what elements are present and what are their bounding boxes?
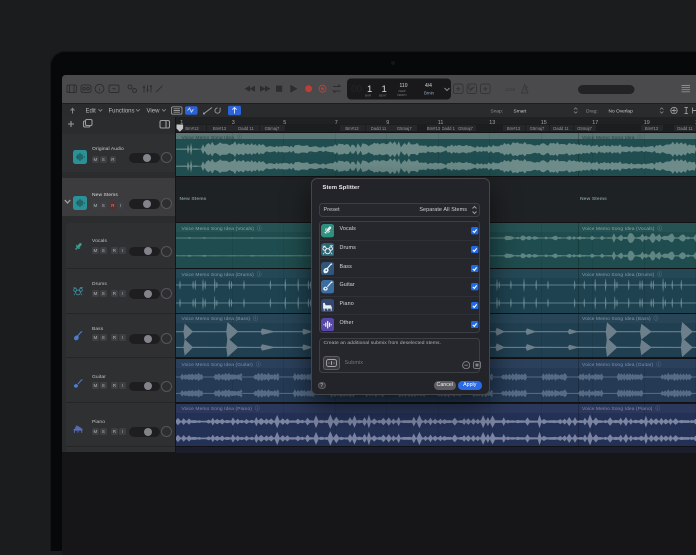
svg-text:Edit: Edit bbox=[86, 108, 97, 114]
svg-text:Drag:: Drag: bbox=[586, 108, 598, 114]
svg-text:TEMPO: TEMPO bbox=[397, 93, 407, 97]
svg-text:View: View bbox=[147, 108, 161, 114]
svg-text:BEAT: BEAT bbox=[379, 94, 387, 98]
svg-text:Smart: Smart bbox=[514, 108, 527, 114]
svg-text:No Overlap: No Overlap bbox=[609, 108, 634, 114]
svg-text:KEEP: KEEP bbox=[399, 89, 406, 93]
svg-text:1234: 1234 bbox=[505, 87, 516, 92]
svg-text:Functions: Functions bbox=[109, 108, 135, 114]
svg-text:Bmin: Bmin bbox=[424, 91, 435, 96]
svg-text:4/4: 4/4 bbox=[425, 83, 432, 89]
svg-text:Snap:: Snap: bbox=[491, 108, 504, 114]
svg-text:110: 110 bbox=[400, 83, 408, 89]
svg-text:BAR: BAR bbox=[365, 94, 372, 98]
svg-text:00: 00 bbox=[351, 84, 363, 95]
